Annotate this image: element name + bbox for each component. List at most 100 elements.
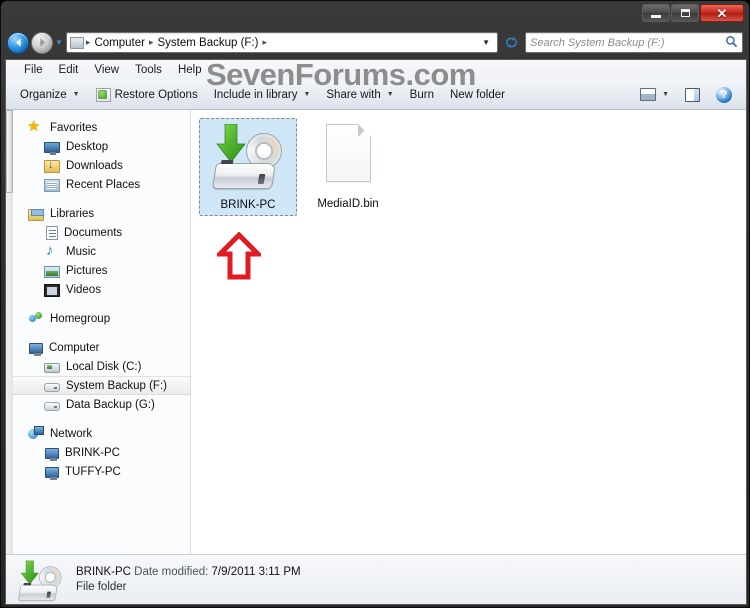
sidebar-item-pictures[interactable]: Pictures (6, 261, 190, 280)
new-folder-button[interactable]: New folder (442, 85, 513, 105)
sidebar-label: TUFFY-PC (65, 465, 121, 478)
menu-bar: File Edit View Tools Help SevenForums.co… (6, 60, 746, 92)
menu-view[interactable]: View (86, 62, 127, 78)
close-button[interactable]: ✕ (700, 4, 744, 22)
documents-icon (46, 226, 58, 240)
sidebar-item-downloads[interactable]: Downloads (6, 156, 190, 175)
sidebar-item-network[interactable]: Network (6, 424, 190, 443)
back-arrow-icon (15, 38, 21, 47)
file-item-label: BRINK-PC (220, 199, 276, 211)
sidebar-item-recent-places[interactable]: Recent Places (6, 175, 190, 194)
sidebar-item-system-backup-f[interactable]: System Backup (F:) (6, 376, 190, 395)
details-name: BRINK-PC (76, 566, 131, 578)
sidebar-item-videos[interactable]: Videos (6, 280, 190, 299)
title-bar: ✕ (1, 1, 749, 28)
external-drive-icon (211, 163, 277, 189)
sidebar-item-computer[interactable]: Computer (6, 338, 190, 357)
details-type: File folder (76, 581, 127, 593)
share-with-button[interactable]: Share with ▼ (318, 85, 401, 105)
scrollbar-thumb[interactable] (6, 110, 13, 193)
menu-edit[interactable]: Edit (51, 62, 87, 78)
preview-pane-button[interactable] (677, 84, 708, 106)
recent-pages-dropdown[interactable]: ▼ (55, 38, 63, 47)
help-icon: ? (716, 86, 732, 103)
file-item-mediaid-bin[interactable]: MediaID.bin (299, 118, 397, 214)
burn-button[interactable]: Burn (402, 85, 442, 105)
restore-options-icon (95, 87, 111, 102)
details-text: BRINK-PC Date modified: 7/9/2011 3:11 PM… (76, 566, 301, 593)
sidebar-item-music[interactable]: Music (6, 242, 190, 261)
change-view-button[interactable]: ▼ (632, 84, 677, 105)
sidebar-label: Libraries (50, 207, 95, 220)
sidebar-label: System Backup (F:) (66, 379, 167, 392)
sidebar-item-local-disk-c[interactable]: Local Disk (C:) (6, 357, 190, 376)
annotation-up-arrow-icon (217, 232, 261, 280)
file-item-label: MediaID.bin (317, 198, 379, 210)
help-button[interactable]: ? (708, 83, 740, 107)
sidebar-label: Documents (64, 226, 123, 239)
forward-button[interactable] (31, 31, 53, 54)
organize-label: Organize (20, 88, 67, 101)
chevron-down-icon[interactable]: ▼ (477, 38, 495, 47)
close-icon: ✕ (716, 5, 728, 21)
file-item-brink-pc[interactable]: BRINK-PC (199, 118, 297, 216)
search-input[interactable]: Search System Backup (F:) (530, 37, 725, 49)
details-date-modified-label: Date modified: (134, 566, 209, 578)
nav-group-computer: Computer Local Disk (C:) System Backup (… (6, 338, 190, 414)
sidebar-label: Recent Places (66, 178, 141, 191)
file-list: BRINK-PC MediaID.bin (199, 118, 746, 216)
external-drive-icon (17, 584, 58, 601)
menu-tools[interactable]: Tools (127, 62, 170, 78)
pictures-icon (44, 265, 60, 278)
menu-file[interactable]: File (16, 62, 51, 78)
local-disk-icon (44, 363, 60, 373)
sidebar-label: Music (66, 245, 97, 258)
details-backup-drive-icon (17, 560, 64, 601)
chevron-down-icon: ▼ (72, 91, 80, 98)
nav-group-libraries: Libraries Documents Music Pictures (6, 204, 190, 299)
sidebar-label: Favorites (50, 121, 98, 134)
sidebar-label: BRINK-PC (65, 446, 120, 459)
sidebar-item-data-backup-g[interactable]: Data Backup (G:) (6, 395, 190, 414)
menu-help[interactable]: Help (170, 62, 210, 78)
computer-icon (45, 467, 59, 480)
maximize-button[interactable] (671, 4, 699, 22)
sidebar-item-documents[interactable]: Documents (6, 223, 190, 242)
client-area: File Edit View Tools Help SevenForums.co… (5, 59, 747, 605)
back-button[interactable] (7, 31, 29, 54)
chevron-down-icon[interactable]: ▼ (662, 91, 669, 98)
nav-group-network: Network BRINK-PC TUFFY-PC (6, 424, 190, 481)
nav-group-homegroup: Homegroup (6, 309, 190, 328)
sidebar-item-tuffy-pc[interactable]: TUFFY-PC (6, 462, 190, 481)
address-bar-row: ▼ ▸ Computer ▸ System Backup (F:) ▸ ▼ Se… (1, 28, 749, 57)
downloads-icon (44, 159, 60, 173)
sidebar-item-libraries[interactable]: Libraries (6, 204, 190, 223)
sidebar-item-homegroup[interactable]: Homegroup (6, 309, 190, 328)
include-in-library-button[interactable]: Include in library ▼ (206, 85, 319, 105)
removable-drive-icon (44, 383, 60, 392)
sidebar-item-favorites[interactable]: Favorites (6, 117, 190, 137)
restore-options-label: Restore Options (114, 88, 198, 101)
navigation-scrollbar[interactable] (6, 110, 13, 554)
search-icon (725, 35, 738, 51)
sidebar-item-desktop[interactable]: Desktop (6, 137, 190, 156)
search-box[interactable]: Search System Backup (F:) (525, 32, 743, 53)
preview-pane-icon (685, 87, 700, 102)
sidebar-label: Videos (66, 283, 101, 296)
videos-icon (44, 284, 60, 297)
sidebar-label: Computer (49, 341, 100, 354)
refresh-button[interactable] (501, 32, 522, 53)
breadcrumb-computer[interactable]: Computer (91, 35, 148, 51)
organize-button[interactable]: Organize ▼ (12, 85, 88, 105)
minimize-button[interactable] (642, 4, 670, 22)
sidebar-label: Homegroup (50, 312, 111, 325)
file-list-pane[interactable]: BRINK-PC MediaID.bin (191, 110, 746, 554)
sidebar-item-brink-pc[interactable]: BRINK-PC (6, 443, 190, 462)
restore-options-button[interactable]: Restore Options (88, 84, 206, 106)
details-line-primary: BRINK-PC Date modified: 7/9/2011 3:11 PM (76, 566, 301, 578)
details-date-modified-value: 7/9/2011 3:11 PM (211, 566, 301, 578)
desktop-icon (44, 142, 60, 155)
navigation-pane: Favorites Desktop Downloads Recent Place… (6, 110, 191, 554)
address-bar[interactable]: ▸ Computer ▸ System Backup (F:) ▸ ▼ (65, 32, 498, 53)
breadcrumb-system-backup[interactable]: System Backup (F:) (154, 35, 261, 51)
